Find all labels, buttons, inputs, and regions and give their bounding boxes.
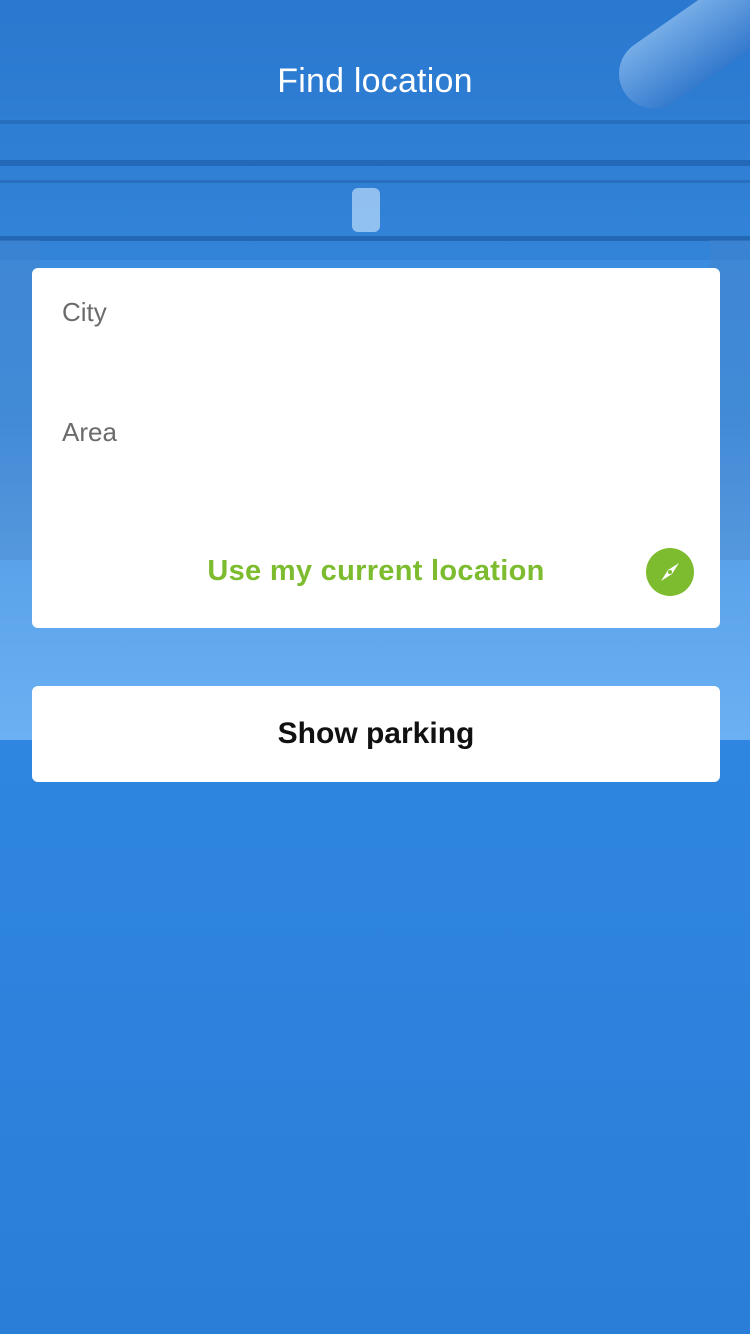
area-input[interactable] [62, 402, 690, 462]
city-input[interactable] [62, 282, 690, 342]
ceiling-lamp [352, 188, 380, 232]
show-parking-button[interactable]: Show parking [32, 686, 720, 782]
page-title: Find location [277, 62, 473, 100]
ceiling-beam [0, 236, 750, 241]
ceiling-beam [0, 180, 750, 183]
compass-icon[interactable] [646, 548, 694, 596]
compass-needle-icon [661, 563, 679, 581]
use-current-location-button[interactable]: Use my current location [32, 538, 720, 604]
location-form-card: Use my current location [32, 268, 720, 628]
use-current-location-label: Use my current location [207, 554, 545, 587]
ceiling-beam [0, 160, 750, 166]
ceiling-beam [0, 120, 750, 124]
